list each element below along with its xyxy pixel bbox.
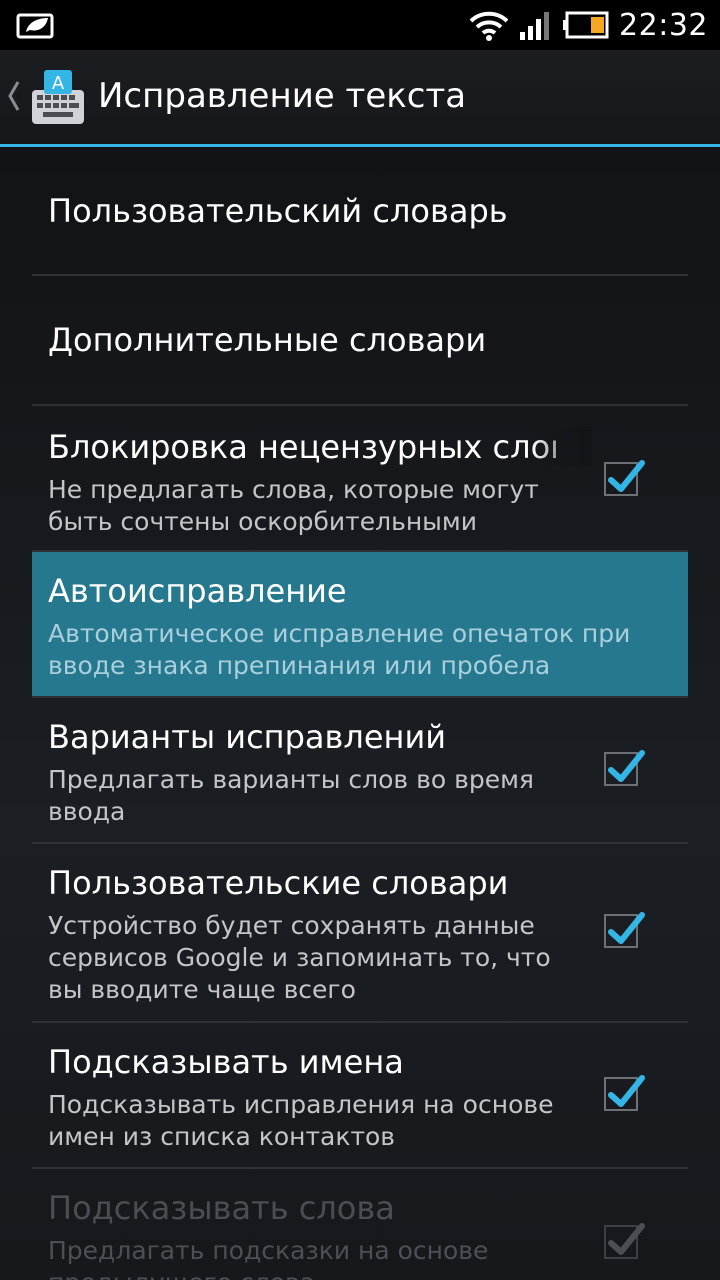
pref-block-offensive[interactable]: Блокировка нецензурных слов Не предлагат… — [32, 406, 688, 550]
keyboard-app-icon[interactable]: A — [30, 68, 86, 128]
show-suggestions-checkbox[interactable] — [604, 750, 645, 786]
pref-title: Подсказывать слова — [48, 1189, 395, 1227]
pref-next-word-suggestions: Подсказывать слова Предлагать подсказки … — [32, 1169, 688, 1280]
contact-names-checkbox[interactable] — [604, 1075, 645, 1111]
pref-show-suggestions[interactable]: Варианты исправлений Предлагать варианты… — [32, 698, 688, 842]
pref-summary: Подсказывать исправления на основе имен … — [48, 1090, 554, 1151]
status-time: 22:32 — [619, 7, 708, 43]
signal-icon — [520, 12, 550, 40]
pref-add-on-dictionaries[interactable]: Дополнительные словари — [32, 276, 688, 404]
checkmark-icon — [608, 1075, 645, 1107]
pref-title: Автоисправление — [48, 572, 347, 610]
page-title: Исправление текста — [98, 76, 467, 116]
battery-icon — [563, 11, 609, 39]
pref-title: Варианты исправлений — [48, 718, 447, 756]
pref-summary: Не предлагать слова, которые могут быть … — [48, 475, 539, 536]
pref-auto-correction[interactable]: Автоисправление Автоматическое исправлен… — [32, 552, 688, 696]
title-fade — [532, 426, 592, 466]
pref-contact-names[interactable]: Подсказывать имена Подсказывать исправле… — [32, 1023, 688, 1167]
status-bar: 22:32 — [0, 0, 720, 50]
back-chevron-icon[interactable] — [6, 78, 22, 114]
action-bar: A Исправление текста — [0, 50, 720, 144]
pref-summary: Устройство будет сохранять данные сервис… — [48, 911, 551, 1004]
notification-leaf-icon — [16, 13, 54, 39]
svg-text:A: A — [52, 73, 65, 94]
pref-title: Пользовательские словари — [48, 864, 509, 902]
pref-personalized-dictionaries[interactable]: Пользовательские словари Устройство буде… — [32, 844, 688, 1022]
wifi-icon — [469, 11, 509, 41]
checkmark-icon — [608, 912, 645, 944]
pref-summary: Предлагать варианты слов во время ввода — [48, 765, 534, 826]
pref-title: Пользовательский словарь — [48, 192, 508, 230]
checkmark-icon — [608, 460, 645, 492]
pref-title: Блокировка нецензурных слов — [48, 428, 556, 466]
pref-title: Подсказывать имена — [48, 1043, 404, 1081]
pref-summary: Автоматическое исправление опечаток при … — [48, 619, 631, 680]
next-word-checkbox — [604, 1223, 645, 1259]
checkmark-icon — [608, 1223, 645, 1255]
block-offensive-checkbox[interactable] — [604, 460, 645, 496]
checkmark-icon — [608, 750, 645, 782]
pref-user-dictionary[interactable]: Пользовательский словарь — [32, 147, 688, 274]
personalized-checkbox[interactable] — [604, 912, 645, 948]
pref-summary: Предлагать подсказки на основе предыдуще… — [48, 1236, 489, 1280]
pref-title: Дополнительные словари — [48, 321, 487, 359]
